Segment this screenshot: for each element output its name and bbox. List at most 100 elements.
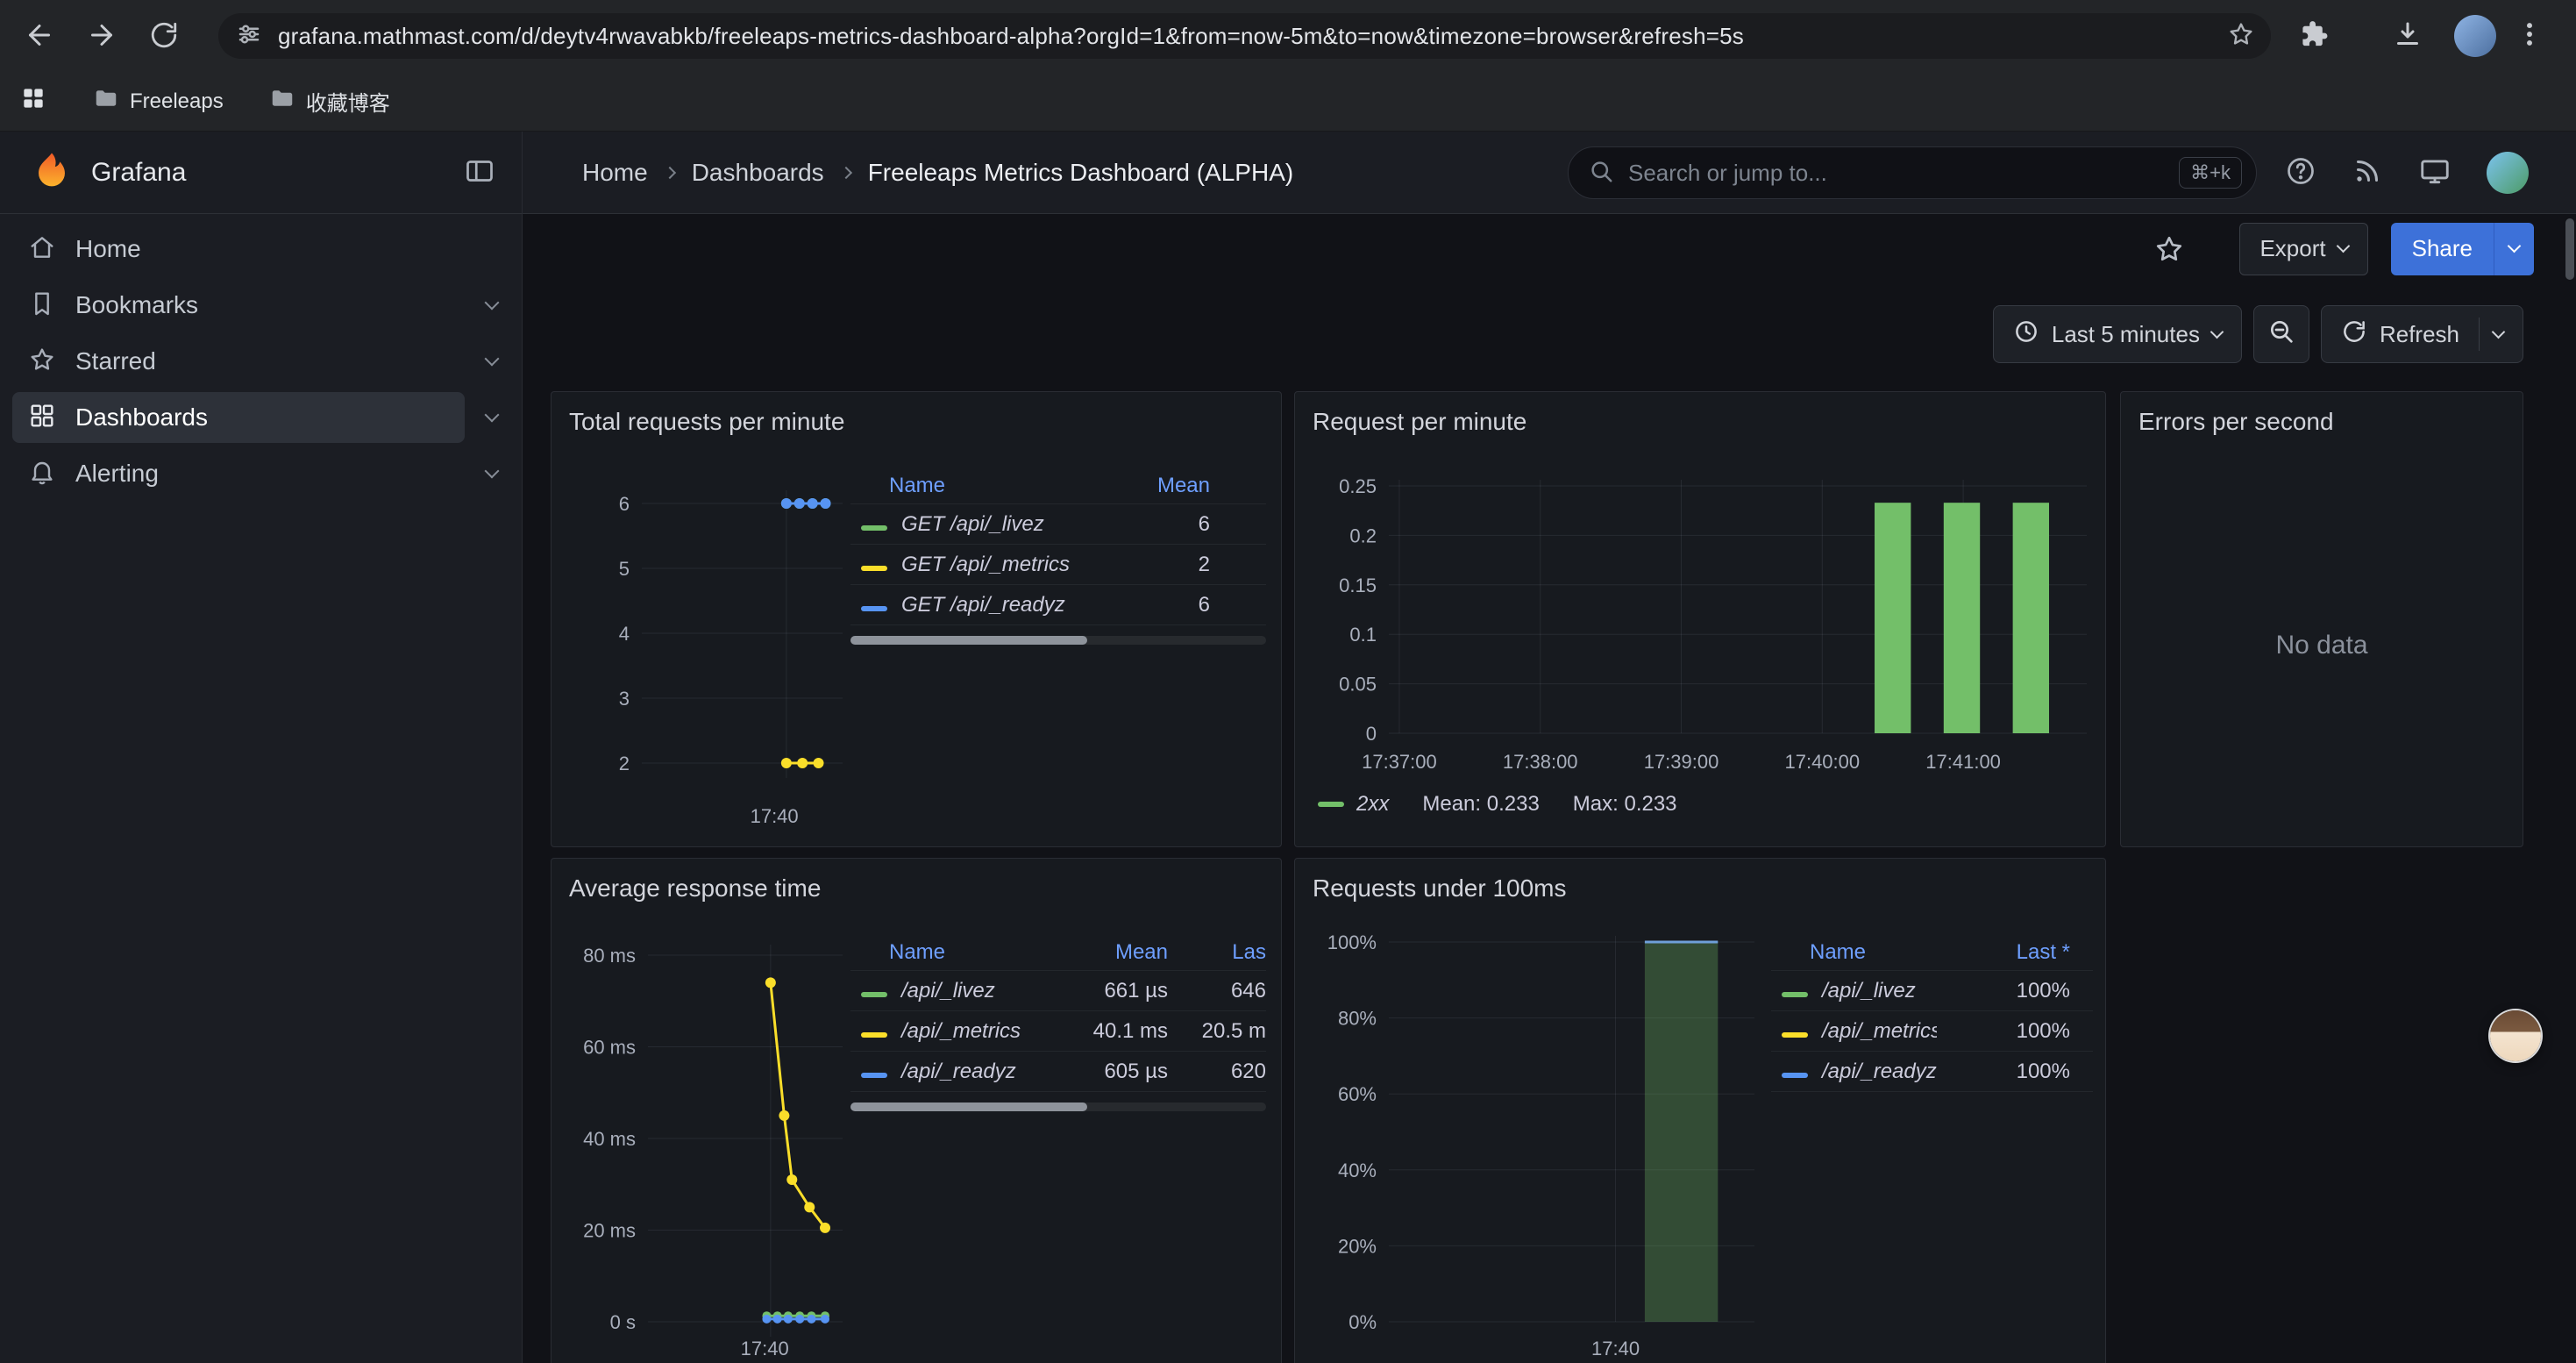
- series-mean: 605 µs: [1057, 1060, 1168, 1084]
- legend-row[interactable]: /api/_readyz 605 µs 620: [850, 1052, 1266, 1092]
- grafana-logo-icon[interactable]: [32, 150, 72, 195]
- refresh-interval-dropdown-icon[interactable]: [2492, 325, 2506, 339]
- help-icon[interactable]: [2285, 155, 2316, 191]
- legend-row[interactable]: GET /api/_readyz 6: [850, 585, 1266, 625]
- legend-scrollbar[interactable]: [850, 1103, 1266, 1111]
- legend-header-name[interactable]: Name: [1810, 940, 1937, 965]
- dock-panel-icon: [464, 155, 495, 189]
- svg-text:80 ms: 80 ms: [583, 945, 636, 967]
- svg-text:17:39:00: 17:39:00: [1644, 751, 1719, 773]
- breadcrumb-home[interactable]: Home: [582, 159, 648, 187]
- divider: [2479, 318, 2480, 351]
- legend-row[interactable]: /api/_livez 100%: [1771, 971, 2093, 1011]
- refresh-button[interactable]: Refresh: [2321, 305, 2523, 363]
- zoom-out-button[interactable]: [2253, 305, 2309, 363]
- display-icon[interactable]: [2418, 154, 2451, 192]
- svg-text:100%: 100%: [1327, 931, 1377, 953]
- panel-request-per-minute: Request per minute 0.250.20.150.10.05017…: [1294, 391, 2106, 847]
- downloads-button[interactable]: [2392, 0, 2423, 72]
- back-button[interactable]: [19, 16, 60, 56]
- search-input[interactable]: Search or jump to... ⌘+k: [1568, 146, 2257, 199]
- url-bar[interactable]: grafana.mathmast.com/d/deytv4rwavabkb/fr…: [218, 13, 2271, 59]
- reload-icon: [149, 20, 179, 53]
- svg-text:17:40: 17:40: [1591, 1338, 1640, 1359]
- svg-text:5: 5: [619, 558, 630, 580]
- svg-text:20%: 20%: [1338, 1235, 1377, 1257]
- legend-row[interactable]: GET /api/_livez 6: [850, 504, 1266, 545]
- export-button[interactable]: Export: [2239, 223, 2367, 275]
- legend-row[interactable]: GET /api/_metrics 2: [850, 545, 1266, 585]
- share-button[interactable]: Share: [2391, 223, 2494, 275]
- apps-grid-icon[interactable]: [19, 84, 47, 118]
- legend-header-last[interactable]: Las: [1168, 940, 1266, 965]
- legend-header-name[interactable]: Name: [889, 940, 1057, 965]
- svg-text:17:37:00: 17:37:00: [1362, 751, 1437, 773]
- breadcrumb-separator-icon: [664, 166, 676, 178]
- dashboard-controls: Export Share: [523, 214, 2576, 283]
- forward-icon: [86, 19, 117, 54]
- legend-scrollbar[interactable]: [850, 636, 1266, 645]
- svg-text:40%: 40%: [1338, 1160, 1377, 1181]
- screen: grafana.mathmast.com/d/deytv4rwavabkb/fr…: [0, 0, 2576, 1363]
- scrollbar-thumb[interactable]: [2565, 218, 2574, 280]
- extensions-button[interactable]: [2299, 0, 2329, 72]
- browser-profile-button[interactable]: [2454, 0, 2496, 72]
- sidebar-item-dashboards: Dashboards: [0, 389, 522, 446]
- svg-text:0.25: 0.25: [1339, 475, 1377, 497]
- panel-total-requests: Total requests per minute 6543217:40 Nam…: [551, 391, 1282, 847]
- bookmark-item-freeleaps[interactable]: Freeleaps: [93, 85, 224, 118]
- legend-header-name[interactable]: Name: [889, 474, 1114, 498]
- series-color-dash: [861, 566, 887, 571]
- panel-average-response-time: Average response time 80 ms60 ms40 ms20 …: [551, 858, 1282, 1363]
- news-rss-icon[interactable]: [2352, 155, 2383, 191]
- browser-toolbar: grafana.mathmast.com/d/deytv4rwavabkb/fr…: [0, 0, 2576, 72]
- dashboards-grid-icon: [28, 402, 56, 434]
- legend-row[interactable]: /api/_metrics 100%: [1771, 1011, 2093, 1052]
- chevron-down-icon[interactable]: [485, 352, 500, 367]
- series-name: /api/_readyz: [889, 1060, 1057, 1084]
- sidebar-item-home: Home: [0, 221, 522, 277]
- series-name: /api/_metrics: [889, 1019, 1057, 1044]
- series-mean: 6: [1114, 512, 1210, 537]
- sidebar-header: Grafana: [0, 132, 522, 214]
- bookmark-item-blog[interactable]: 收藏博客: [269, 85, 390, 118]
- time-toolbar: Last 5 minutes Refresh: [1993, 305, 2523, 363]
- forward-button[interactable]: [82, 16, 122, 56]
- series-name: GET /api/_metrics: [889, 553, 1114, 577]
- panel-title[interactable]: Errors per second: [2138, 408, 2334, 436]
- legend-header-mean[interactable]: Mean: [1114, 474, 1210, 498]
- legend-header-last[interactable]: Last *: [1937, 940, 2070, 965]
- user-avatar[interactable]: [2487, 152, 2529, 194]
- browser-menu-button[interactable]: [2515, 0, 2544, 72]
- legend-row[interactable]: /api/_metrics 40.1 ms 20.5 m: [850, 1011, 1266, 1052]
- time-range-picker[interactable]: Last 5 minutes: [1993, 305, 2242, 363]
- scrollbar-thumb[interactable]: [850, 636, 1087, 645]
- search-icon: [1588, 158, 1614, 189]
- breadcrumb-dashboards[interactable]: Dashboards: [692, 159, 824, 187]
- series-color-dash: [1318, 802, 1344, 807]
- svg-text:80%: 80%: [1338, 1008, 1377, 1030]
- chevron-down-icon[interactable]: [485, 296, 500, 310]
- series-color-dash: [861, 1032, 887, 1038]
- sidebar-item-bookmarks: Bookmarks: [0, 277, 522, 333]
- series-color-dash: [861, 525, 887, 531]
- site-info-icon[interactable]: [236, 21, 262, 52]
- legend-table: Name Mean Las /api/_livez 661 µs: [850, 934, 1266, 1111]
- brand-name[interactable]: Grafana: [91, 158, 186, 188]
- chevron-down-icon[interactable]: [485, 464, 500, 479]
- legend-item-2xx[interactable]: 2xx: [1318, 792, 1389, 817]
- sidebar-toggle-button[interactable]: [464, 155, 495, 189]
- chevron-down-icon[interactable]: [485, 408, 500, 423]
- scrollbar-thumb[interactable]: [850, 1103, 1087, 1111]
- reload-button[interactable]: [144, 16, 184, 56]
- series-color-dash: [861, 1073, 887, 1078]
- legend-row[interactable]: /api/_livez 661 µs 646: [850, 971, 1266, 1011]
- assistant-avatar-button[interactable]: [2490, 1010, 2541, 1061]
- legend-row[interactable]: /api/_readyz 100%: [1771, 1052, 2093, 1092]
- bookmark-star-icon[interactable]: [2227, 20, 2255, 53]
- favorite-star-button[interactable]: [2153, 233, 2185, 265]
- legend-header-mean[interactable]: Mean: [1057, 940, 1168, 965]
- share-dropdown-button[interactable]: [2494, 223, 2534, 275]
- svg-text:60 ms: 60 ms: [583, 1037, 636, 1059]
- search-shortcut-kbd: ⌘+k: [2179, 157, 2242, 189]
